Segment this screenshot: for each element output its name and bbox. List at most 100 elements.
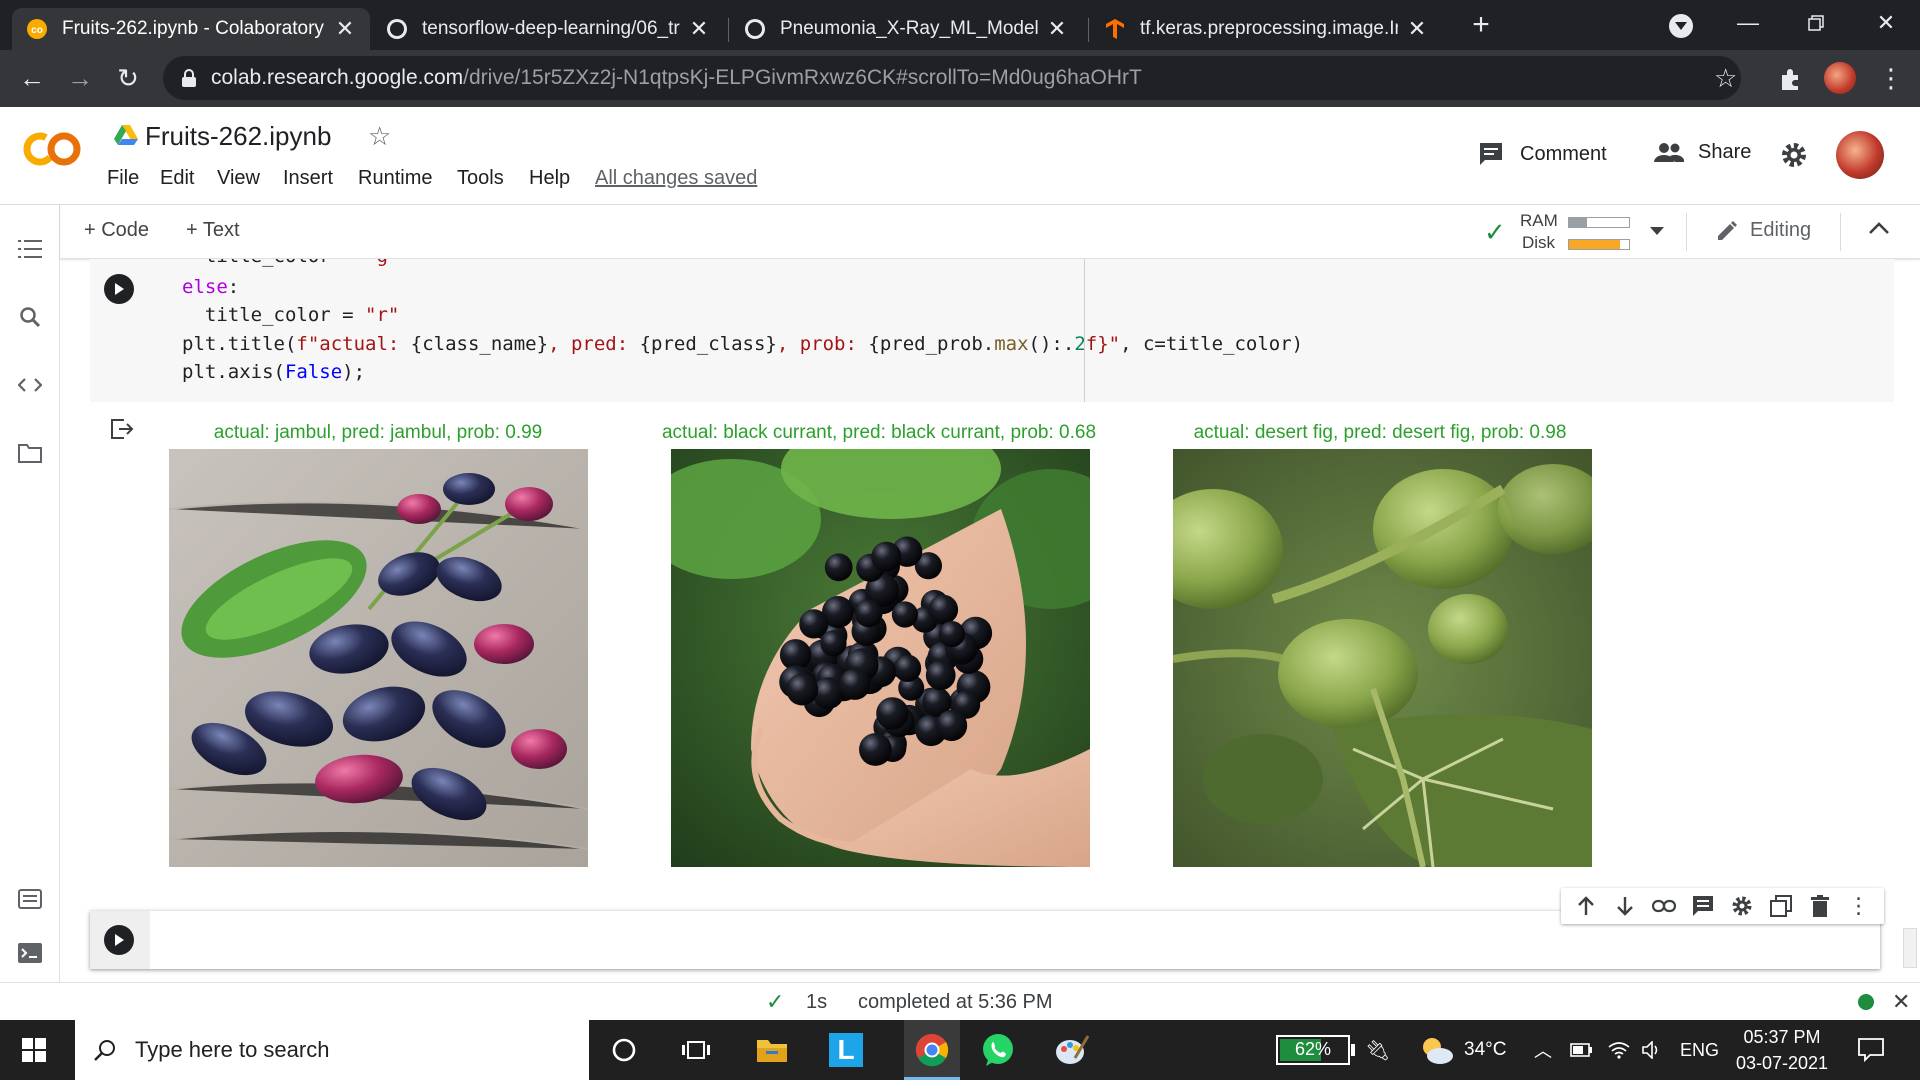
currant-berry <box>786 673 819 706</box>
add-text-button[interactable]: + Text <box>186 219 240 242</box>
currant-berry <box>876 697 909 730</box>
currant-berry <box>871 541 902 572</box>
link-icon[interactable] <box>1651 893 1677 919</box>
comment-cell-icon[interactable] <box>1690 893 1716 919</box>
close-window-icon[interactable]: ✕ <box>1856 0 1916 46</box>
currant-berry <box>854 599 883 628</box>
tab-title: Pneumonia_X-Ray_ML_Model/Pr <box>780 18 1038 39</box>
volume-icon[interactable] <box>1642 1020 1664 1080</box>
chrome-menu-icon[interactable]: ⋮ <box>1878 62 1904 94</box>
notifications-icon[interactable] <box>1858 1038 1884 1063</box>
runtime-dropdown-icon[interactable] <box>1650 227 1664 235</box>
wifi-icon[interactable] <box>1608 1020 1630 1080</box>
tab-github-tensorflow[interactable]: tensorflow-deep-learning/06_tra ✕ <box>372 8 724 50</box>
cell-settings-icon[interactable] <box>1729 893 1755 919</box>
tab-close-icon[interactable]: ✕ <box>1046 16 1068 42</box>
chrome-taskbar-icon[interactable] <box>904 1020 960 1080</box>
url-bar[interactable]: colab.research.google.com/drive/15r5ZXz2… <box>163 56 1741 100</box>
output-action-icon[interactable] <box>110 418 134 442</box>
tab-tensorflow-docs[interactable]: tf.keras.preprocessing.image.Ima ✕ <box>1090 8 1442 50</box>
paint-app-icon[interactable] <box>1052 1030 1092 1070</box>
menu-tools[interactable]: Tools <box>457 167 504 190</box>
notebook-title[interactable]: Fruits-262.ipynb <box>145 121 331 152</box>
clock[interactable]: 05:37 PM 03-07-2021 <box>1730 1024 1834 1076</box>
desert-fig-photo <box>1173 449 1592 867</box>
run-empty-cell-button[interactable] <box>104 925 134 955</box>
new-tab-icon[interactable]: + <box>1466 10 1496 40</box>
bookmark-star-icon[interactable]: ☆ <box>1714 64 1737 92</box>
tab-close-icon[interactable]: ✕ <box>1406 16 1428 42</box>
currant-berry <box>859 733 892 766</box>
whatsapp-icon[interactable] <box>978 1030 1018 1070</box>
prediction-title-3: actual: desert fig, pred: desert fig, pr… <box>1193 422 1567 443</box>
move-down-icon[interactable] <box>1612 893 1638 919</box>
menu-edit[interactable]: Edit <box>160 167 194 190</box>
file-explorer-icon[interactable] <box>752 1030 792 1070</box>
weather-widget[interactable]: 34°C <box>1418 1020 1506 1080</box>
save-status-link[interactable]: All changes saved <box>595 167 757 190</box>
currant-berry <box>925 660 956 691</box>
tab-search-icon[interactable] <box>1669 14 1693 38</box>
files-folder-icon[interactable] <box>16 439 44 467</box>
l-app-icon[interactable]: L <box>826 1030 866 1070</box>
code-snippets-icon[interactable] <box>16 371 44 399</box>
tab-title: tf.keras.preprocessing.image.Ima <box>1140 18 1398 39</box>
show-hidden-icons-icon[interactable]: ︿ <box>1534 1020 1552 1080</box>
collapse-header-icon[interactable] <box>1868 221 1890 241</box>
run-cell-button[interactable] <box>104 274 134 304</box>
minimize-icon[interactable]: — <box>1718 0 1778 46</box>
tab-colab[interactable]: co Fruits-262.ipynb - Colaboratory ✕ <box>12 8 370 50</box>
reload-icon[interactable]: ↻ <box>108 58 148 98</box>
mirror-cell-icon[interactable] <box>1768 893 1794 919</box>
status-message[interactable]: completed at 5:36 PM <box>858 991 1053 1014</box>
tab-github-pneumonia[interactable]: Pneumonia_X-Ray_ML_Model/Pr ✕ <box>730 8 1082 50</box>
terminal-icon[interactable] <box>16 939 44 967</box>
search-icon[interactable] <box>16 303 44 331</box>
more-options-icon[interactable]: ⋮ <box>1846 893 1872 919</box>
charging-plug-icon: 🔌︎ <box>1365 1039 1391 1062</box>
currant-berry <box>820 630 847 657</box>
currant-berry <box>824 553 853 582</box>
code-cell[interactable]: title_color = "g" else: title_color = "r… <box>90 259 1894 402</box>
settings-gear-icon[interactable] <box>1780 141 1808 169</box>
currant-berry <box>839 668 871 700</box>
editor-ruler <box>1084 259 1085 402</box>
share-button[interactable]: Share <box>1654 141 1751 164</box>
comment-button[interactable]: Comment <box>1478 141 1607 167</box>
table-of-contents-icon[interactable] <box>16 235 44 263</box>
clock-time: 05:37 PM <box>1743 1027 1821 1047</box>
delete-cell-icon[interactable] <box>1807 893 1833 919</box>
extensions-icon[interactable] <box>1778 66 1804 92</box>
status-check-icon: ✓ <box>766 989 785 1014</box>
task-view-icon[interactable] <box>676 1030 716 1070</box>
menu-insert[interactable]: Insert <box>283 167 333 190</box>
account-avatar[interactable] <box>1836 131 1884 179</box>
battery-indicator[interactable]: 62% 🔌︎ <box>1276 1020 1390 1080</box>
tab-close-icon[interactable]: ✕ <box>688 16 710 42</box>
taskbar-search-box[interactable]: Type here to search <box>75 1020 589 1080</box>
scrollbar-thumb[interactable] <box>1903 928 1917 968</box>
network-battery-icon[interactable] <box>1570 1020 1594 1080</box>
forward-icon[interactable]: → <box>60 58 100 98</box>
command-palette-icon[interactable] <box>16 885 44 913</box>
menu-runtime[interactable]: Runtime <box>358 167 432 190</box>
resources-indicator[interactable]: RAM Disk <box>1512 209 1632 255</box>
menu-file[interactable]: File <box>107 167 139 190</box>
lock-icon <box>182 69 196 87</box>
back-icon[interactable]: ← <box>12 58 52 98</box>
cortana-icon[interactable] <box>604 1030 644 1070</box>
add-code-button[interactable]: + Code <box>84 219 149 242</box>
move-up-icon[interactable] <box>1573 893 1599 919</box>
restore-icon[interactable] <box>1786 0 1846 46</box>
tab-close-icon[interactable]: ✕ <box>334 16 356 42</box>
editing-mode-button[interactable]: Editing <box>1716 219 1811 242</box>
windows-start-icon[interactable] <box>22 1038 46 1062</box>
menu-view[interactable]: View <box>217 167 260 190</box>
close-status-icon[interactable]: ✕ <box>1892 989 1910 1015</box>
language-indicator[interactable]: ENG <box>1680 1020 1719 1080</box>
temperature: 34°C <box>1464 1039 1507 1060</box>
star-notebook-icon[interactable]: ☆ <box>368 121 391 152</box>
colab-logo[interactable] <box>22 129 82 169</box>
profile-avatar[interactable] <box>1824 62 1856 94</box>
menu-help[interactable]: Help <box>529 167 570 190</box>
